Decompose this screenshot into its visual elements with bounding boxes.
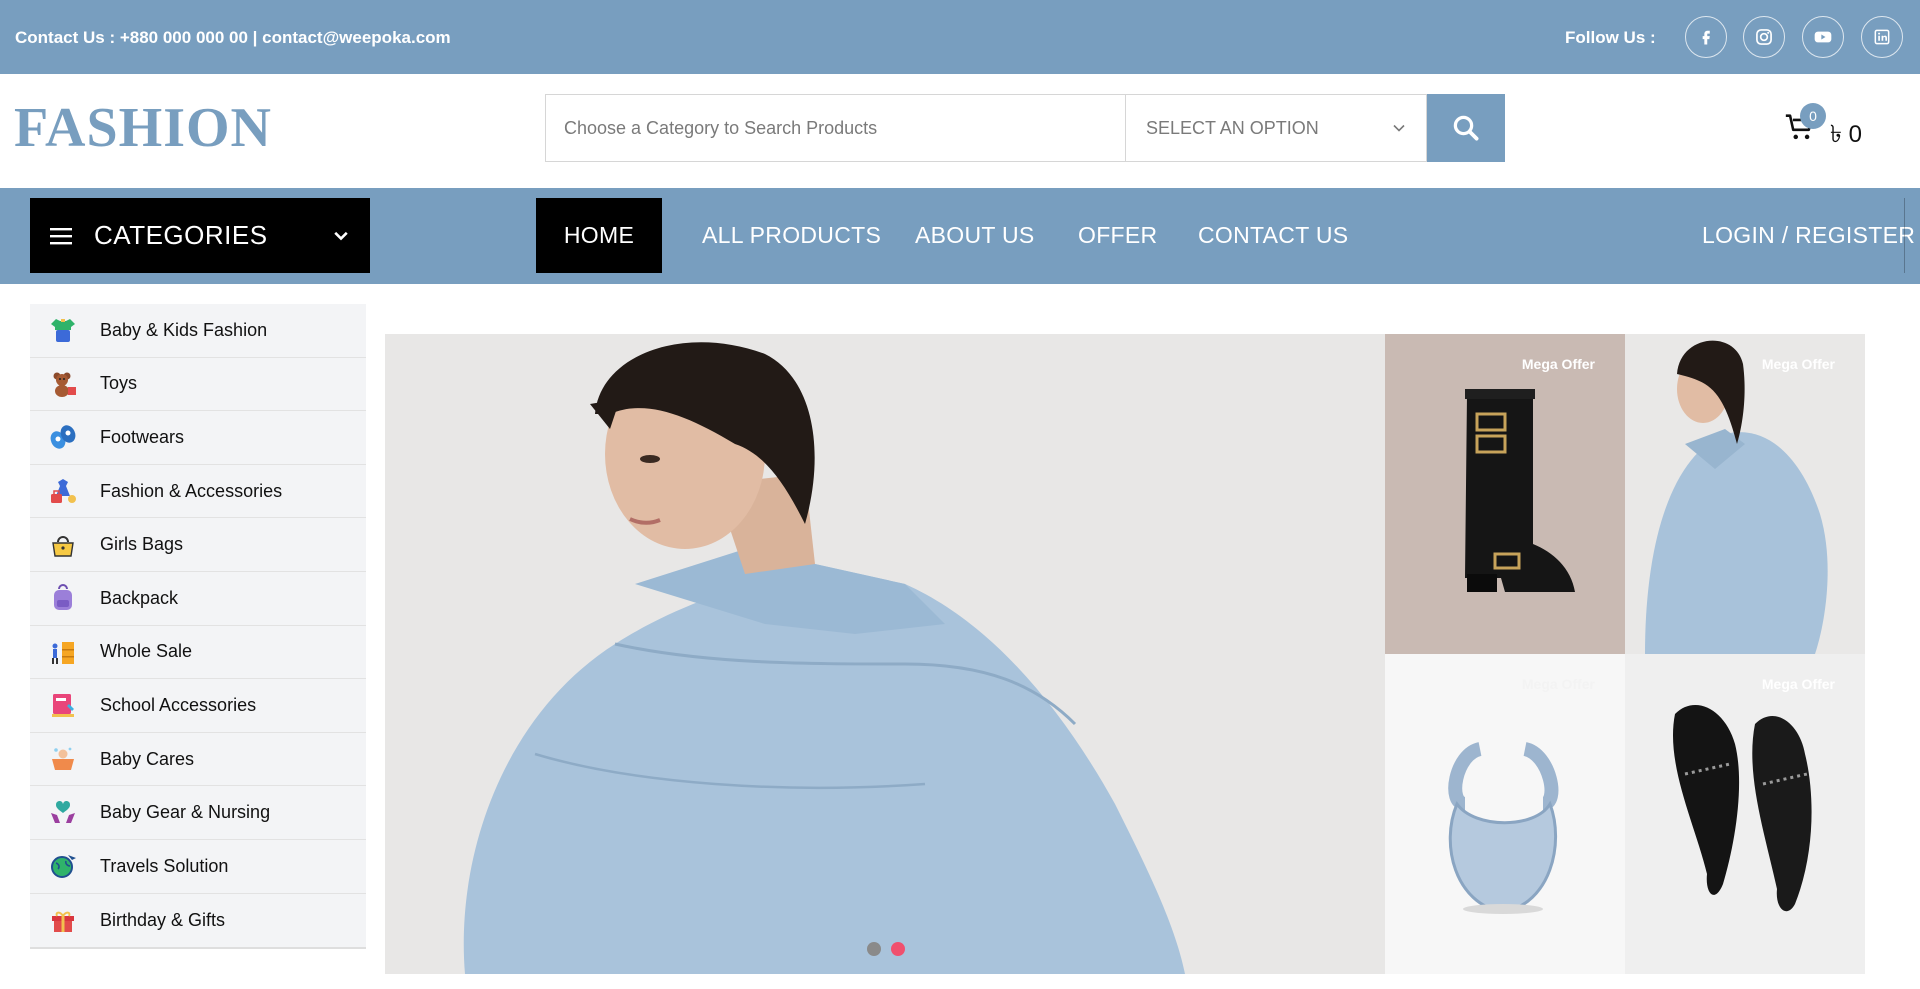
instagram-link[interactable] <box>1743 16 1785 58</box>
sidebar-item-travels-solution[interactable]: Travels Solution <box>30 840 366 894</box>
sidebar-item-label: Whole Sale <box>100 641 193 662</box>
chevron-down-icon <box>334 231 348 240</box>
instagram-icon <box>1756 29 1772 45</box>
linkedin-link[interactable] <box>1861 16 1903 58</box>
denim-bag-image <box>1385 654 1625 974</box>
search-icon <box>1453 115 1479 141</box>
mega-offer-label: Mega Offer <box>1761 356 1835 372</box>
sidebar-item-footwears[interactable]: Footwears <box>30 411 366 465</box>
nav-divider <box>1904 198 1905 273</box>
slider-dot-active[interactable] <box>891 942 905 956</box>
top-bar: Contact Us : +880 000 000 00 | contact@w… <box>0 0 1920 74</box>
nav-offer[interactable]: OFFER <box>1078 198 1157 273</box>
nav-home[interactable]: HOME <box>536 198 662 273</box>
slingback-shoes-image <box>1625 654 1865 974</box>
youtube-link[interactable] <box>1802 16 1844 58</box>
promo-tile-boots[interactable]: Mega Offer <box>1385 334 1625 654</box>
care-hands-icon <box>48 798 78 828</box>
sidebar-item-baby-kids-fashion[interactable]: Baby & Kids Fashion <box>30 304 366 358</box>
hero-slider[interactable] <box>385 334 1385 974</box>
sidebar-item-label: Backpack <box>100 587 179 608</box>
mega-offer-label: Mega Offer <box>1521 356 1595 372</box>
sidebar-item-label: Baby Gear & Nursing <box>100 802 271 823</box>
sidebar-item-label: Baby & Kids Fashion <box>100 319 268 340</box>
sidebar-item-label: Toys <box>100 373 138 394</box>
kids-clothes-icon <box>48 315 78 345</box>
baby-bath-icon <box>48 744 78 774</box>
mega-offer-label: Mega Offer <box>1521 676 1595 692</box>
slider-dot[interactable] <box>867 942 881 956</box>
site-header: FASHION SELECT AN OPTION 0 ৳ 0 <box>0 74 1920 188</box>
sidebar-item-fashion-accessories[interactable]: Fashion & Accessories <box>30 465 366 519</box>
search-bar: SELECT AN OPTION <box>545 94 1505 162</box>
gift-box-icon <box>48 905 78 935</box>
sidebar-item-label: Fashion & Accessories <box>100 480 283 501</box>
clothing-accessories-icon <box>48 476 78 506</box>
school-books-icon <box>48 690 78 720</box>
menu-icon <box>50 227 72 244</box>
categories-label: CATEGORIES <box>94 220 268 250</box>
promo-tile-denim-bag[interactable]: Mega Offer <box>1385 654 1625 974</box>
mega-offer-label: Mega Offer <box>1761 676 1835 692</box>
sidebar-item-backpack[interactable]: Backpack <box>30 572 366 626</box>
baby-shoes-icon <box>48 422 78 452</box>
cart-count-badge: 0 <box>1800 103 1826 129</box>
chevron-down-icon <box>1393 124 1405 132</box>
sidebar-item-whole-sale[interactable]: Whole Sale <box>30 626 366 680</box>
cart-total: ৳ 0 <box>1830 121 1862 148</box>
site-logo[interactable]: FASHION <box>14 100 272 156</box>
boots-image <box>1385 334 1625 654</box>
sidebar-item-baby-cares[interactable]: Baby Cares <box>30 733 366 787</box>
handbag-icon <box>48 530 78 560</box>
follow-us-label: Follow Us : <box>1565 28 1656 47</box>
category-select[interactable]: SELECT AN OPTION <box>1125 94 1427 162</box>
nav-contact-us[interactable]: CONTACT US <box>1198 198 1348 273</box>
wholesale-icon <box>48 637 78 667</box>
sidebar-item-birthday-gifts[interactable]: Birthday & Gifts <box>30 894 366 948</box>
denim-jacket-image <box>1625 334 1865 654</box>
sidebar-item-label: Baby Cares <box>100 748 195 769</box>
sidebar-item-label: School Accessories <box>100 694 257 715</box>
promo-tile-denim-jacket[interactable]: Mega Offer <box>1625 334 1865 654</box>
nav-all-products[interactable]: ALL PRODUCTS <box>702 198 881 273</box>
linkedin-icon <box>1874 29 1890 45</box>
hero-image <box>385 334 1385 974</box>
category-sidebar: Baby & Kids Fashion Toys Footwears Fashi… <box>30 304 366 950</box>
backpack-icon <box>48 583 78 613</box>
search-button[interactable] <box>1427 94 1505 162</box>
category-select-value: SELECT AN OPTION <box>1146 117 1319 138</box>
teddy-bear-icon <box>48 369 78 399</box>
sidebar-item-label: Footwears <box>100 426 185 447</box>
login-register-link[interactable]: LOGIN / REGISTER <box>1702 198 1915 273</box>
sidebar-item-toys[interactable]: Toys <box>30 358 366 412</box>
sidebar-item-label: Birthday & Gifts <box>100 909 226 930</box>
categories-button[interactable]: CATEGORIES <box>30 198 370 273</box>
sidebar-item-baby-gear-nursing[interactable]: Baby Gear & Nursing <box>30 786 366 840</box>
facebook-link[interactable] <box>1685 16 1727 58</box>
sidebar-item-school-accessories[interactable]: School Accessories <box>30 679 366 733</box>
contact-info: Contact Us : +880 000 000 00 | contact@w… <box>15 28 451 47</box>
nav-about-us[interactable]: ABOUT US <box>915 198 1035 273</box>
promo-tile-slingback-shoes[interactable]: Mega Offer <box>1625 654 1865 974</box>
travel-globe-icon <box>48 851 78 881</box>
sidebar-item-label: Travels Solution <box>100 855 229 876</box>
facebook-icon <box>1702 30 1710 45</box>
sidebar-item-label: Girls Bags <box>100 534 184 555</box>
search-input[interactable] <box>545 94 1125 162</box>
sidebar-item-girls-bags[interactable]: Girls Bags <box>30 518 366 572</box>
main-nav: CATEGORIES HOME ALL PRODUCTS ABOUT US OF… <box>0 188 1920 284</box>
youtube-icon <box>1814 31 1832 43</box>
